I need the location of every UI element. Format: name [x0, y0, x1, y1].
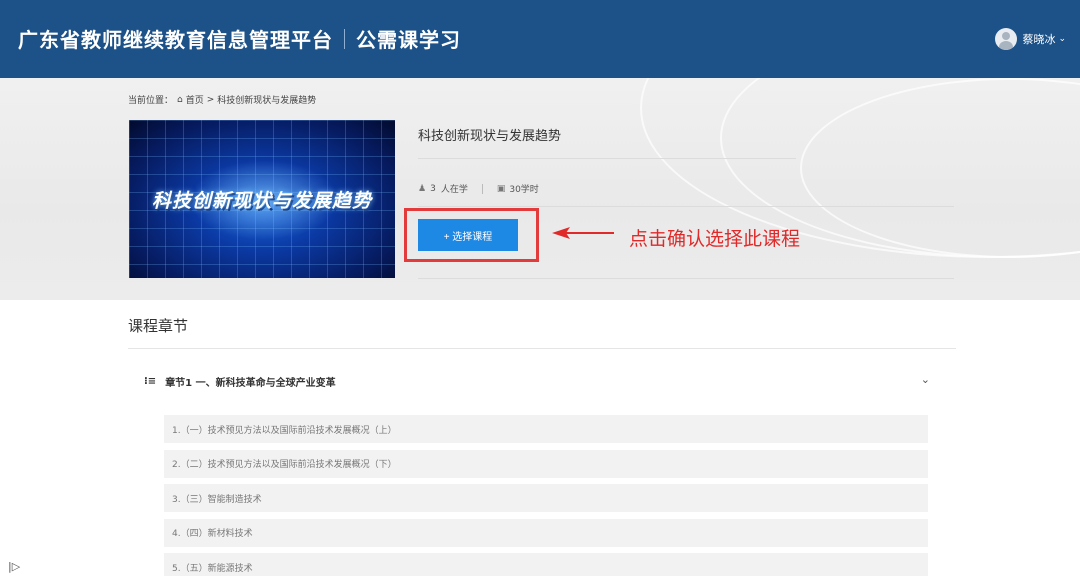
title-divider [344, 28, 345, 49]
book-icon: ▣ [496, 183, 506, 194]
breadcrumb-separator: > [206, 94, 215, 105]
home-icon: ⌂ [177, 94, 183, 105]
lesson-item[interactable]: 1.（一）技术预见方法以及国际前沿技术发展概况（上） [164, 415, 928, 443]
breadcrumb: 当前位置： ⌂ 首页 > 科技创新现状与发展趋势 [128, 93, 317, 107]
avatar [995, 28, 1018, 50]
course-cover-image: 科技创新现状与发展趋势 [129, 120, 395, 278]
meta-divider [481, 183, 483, 194]
chevron-down-icon[interactable]: ⌄ [921, 373, 930, 386]
divider [418, 278, 954, 279]
chapter-header[interactable]: ⁝≡ 章节1 一、新科技革命与全球产业变革 ⌄ [144, 372, 934, 390]
breadcrumb-prefix: 当前位置： [128, 96, 174, 106]
annotation-text: 点击确认选择此课程 [629, 228, 801, 250]
course-meta: ♟ 3 人在学 ▣ 30学时 [418, 182, 539, 195]
chevron-down-icon: ⌄ [1058, 34, 1066, 44]
user-name: 蔡晓冰 [1022, 33, 1056, 46]
chapter-title: 章节1 一、新科技革命与全球产业变革 [165, 377, 336, 389]
list-icon: ⁝≡ [144, 375, 157, 387]
course-hero: 当前位置： ⌂ 首页 > 科技创新现状与发展趋势 科技创新现状与发展趋势 科技创… [0, 78, 1080, 300]
lesson-item[interactable]: 2.（二）技术预见方法以及国际前沿技术发展概况（下） [164, 449, 928, 478]
cover-text: 科技创新现状与发展趋势 [151, 190, 372, 212]
divider [418, 158, 796, 159]
sidebar-toggle-icon[interactable]: |▷ [8, 560, 20, 573]
breadcrumb-home-link[interactable]: 首页 [186, 93, 204, 106]
lesson-item[interactable]: 3.（三）智能制造技术 [164, 484, 928, 512]
learners-count: 3 [430, 183, 436, 194]
top-header: 广东省教师继续教育信息管理平台 公需课学习 蔡晓冰 ⌄ [0, 0, 1080, 78]
divider [418, 206, 954, 207]
divider [128, 348, 956, 349]
lesson-list: 1.（一）技术预见方法以及国际前沿技术发展概况（上） 2.（二）技术预见方法以及… [164, 415, 928, 576]
user-menu[interactable]: 蔡晓冰 ⌄ [995, 28, 1066, 50]
site-title: 广东省教师继续教育信息管理平台 [18, 28, 333, 52]
learners-label: 人在学 [440, 185, 468, 195]
lesson-item[interactable]: 4.（四）新材料技术 [164, 518, 928, 547]
highlight-box [404, 208, 539, 262]
breadcrumb-current: 科技创新现状与发展趋势 [217, 96, 317, 106]
section-title: 公需课学习 [356, 28, 461, 52]
chapters-heading: 课程章节 [128, 317, 189, 335]
course-title: 科技创新现状与发展趋势 [418, 129, 562, 144]
lesson-item[interactable]: 5.（五）新能源技术 [164, 553, 928, 576]
course-hours: 30学时 [509, 185, 539, 195]
user-icon: ♟ [418, 183, 427, 194]
brand[interactable]: 广东省教师继续教育信息管理平台 公需课学习 [18, 24, 461, 53]
arrow-left-icon [552, 227, 614, 239]
